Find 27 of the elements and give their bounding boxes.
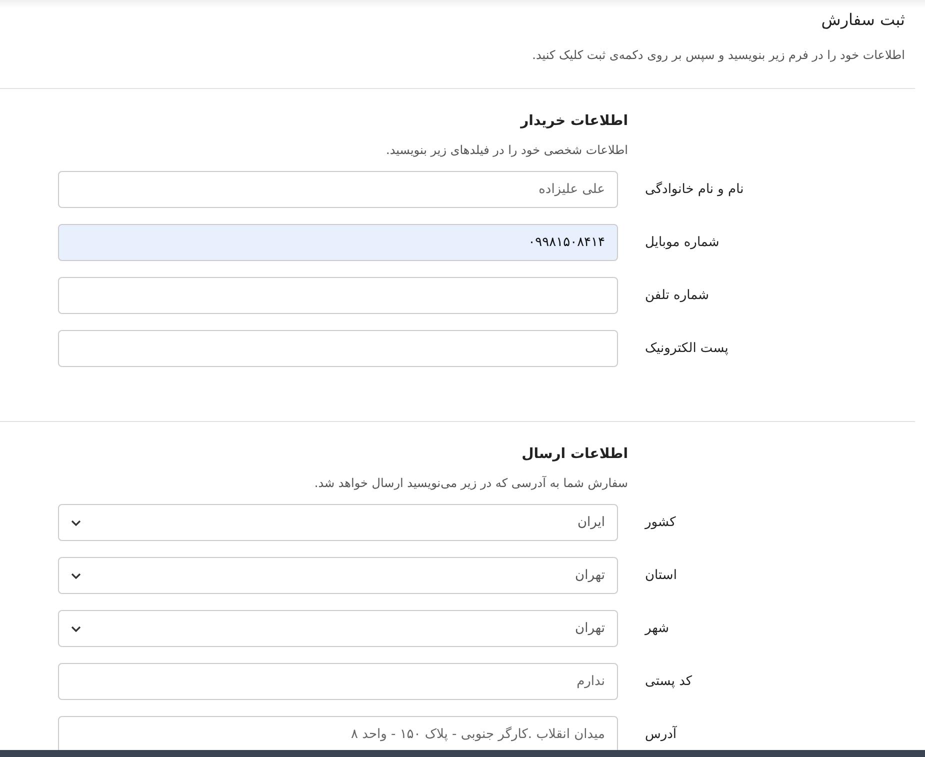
dropdown[interactable]: تهران: [58, 610, 618, 647]
page-title: ثبت سفارش: [820, 9, 905, 31]
dropdown[interactable]: تهران: [58, 557, 618, 594]
input-field[interactable]: میدان انقلاب .کارگر جنوبی - پلاک ۱۵۰ - واحد ۸: [58, 716, 618, 750]
dropdown[interactable]: ایران: [58, 504, 618, 541]
chevron-down-icon: [71, 520, 81, 526]
input-field[interactable]: ۰۹۹۸۱۵۰۸۴۱۴: [58, 224, 618, 261]
section-title: اطلاعات خریدار: [519, 112, 628, 131]
field-label: شهر: [645, 621, 670, 636]
field-label: نام و نام خانوادگی: [645, 182, 744, 197]
section-description: اطلاعات شخصی خود را در فیلدهای زیر بنویسید.: [385, 142, 628, 159]
chevron-down-icon: [71, 572, 81, 578]
chevron-down-icon: [71, 626, 81, 632]
field-label: استان: [645, 568, 677, 583]
field-label: شماره تلفن: [645, 288, 709, 303]
input-field[interactable]: [58, 330, 618, 367]
section-title: اطلاعات ارسال: [520, 445, 628, 464]
field-label: کد پستی: [645, 674, 692, 689]
page-description: اطلاعات خود را در فرم زیر بنویسید و سپس بر روی دکمه‌ی ثبت کلیک کنید.: [531, 47, 905, 64]
field-label: پست الکترونیک: [645, 341, 728, 356]
field-label: شماره موبایل: [645, 235, 720, 250]
input-field[interactable]: علی علیزاده: [58, 171, 618, 208]
field-label: کشور: [645, 515, 676, 530]
input-field[interactable]: [58, 277, 618, 314]
section-description: سفارش شما به آدرسی که در زیر می‌نویسید ارسال خواهد شد.: [313, 474, 628, 492]
input-field[interactable]: ندارم: [58, 663, 618, 700]
field-label: آدرس: [645, 727, 677, 742]
